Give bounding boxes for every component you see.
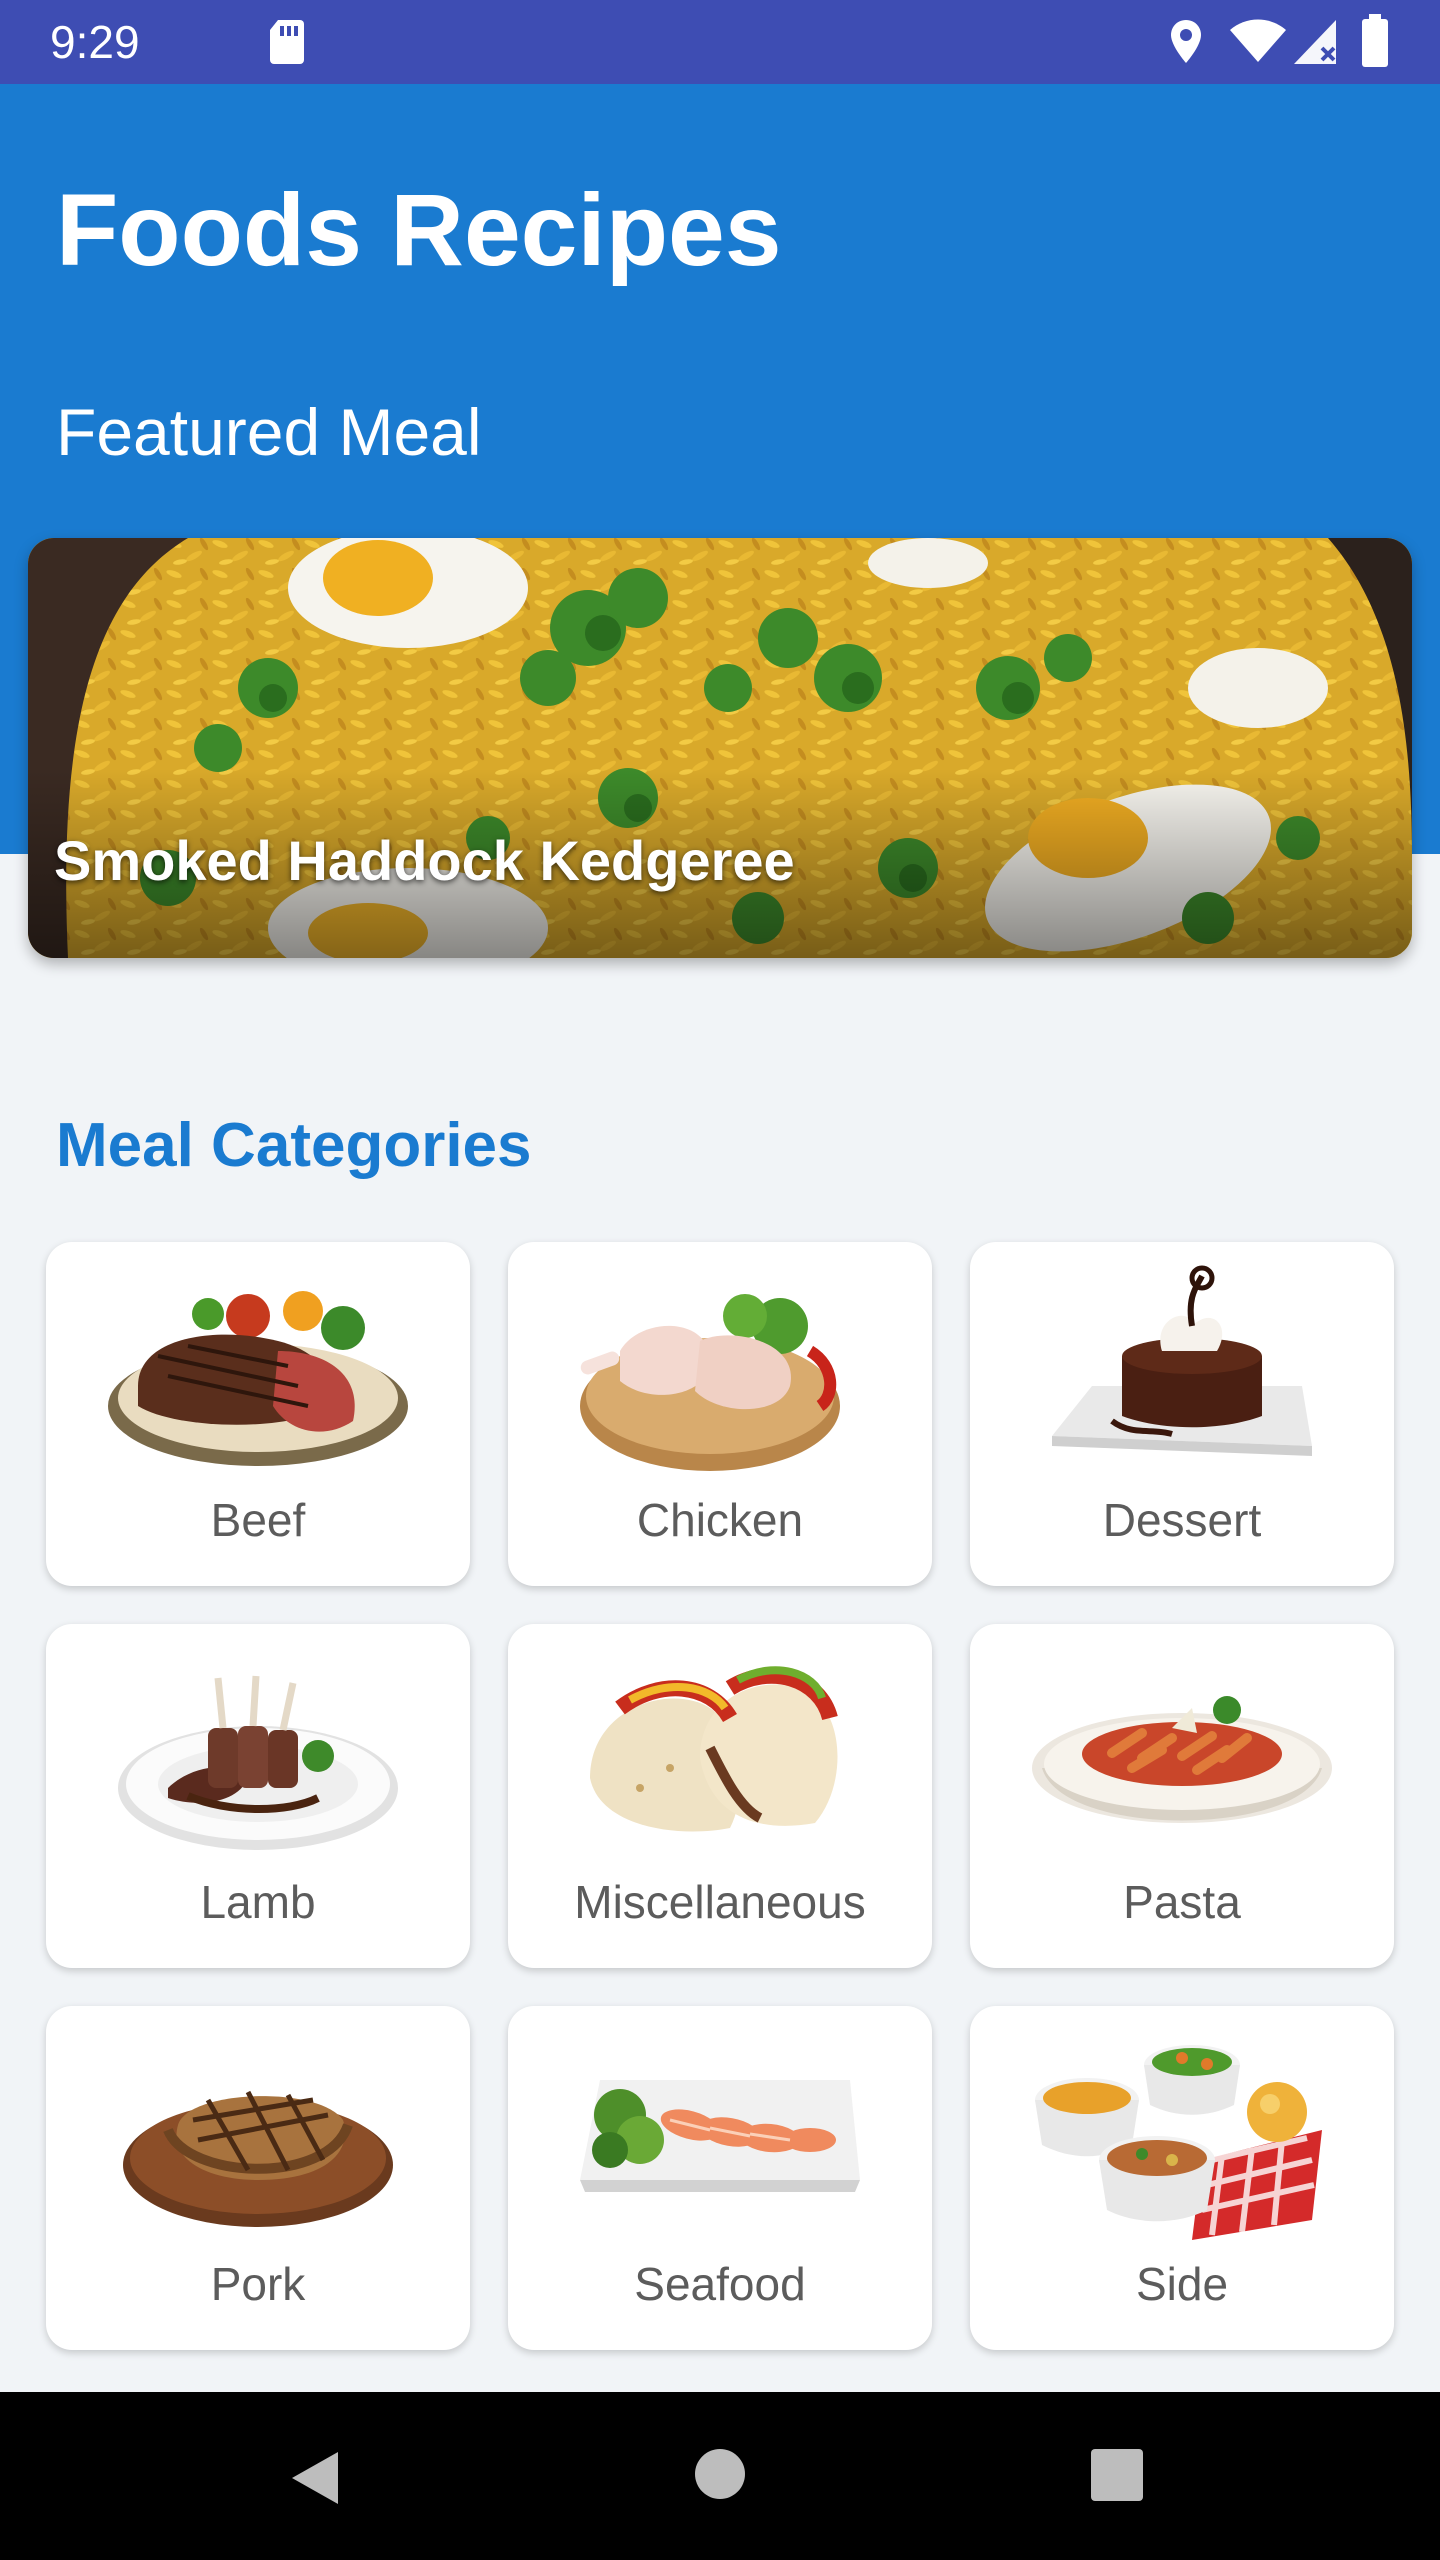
category-label: Beef <box>210 1494 306 1546</box>
sd-card-icon <box>270 20 304 64</box>
beef-image <box>108 1291 408 1466</box>
meal-categories-heading: Meal Categories <box>56 1111 532 1180</box>
category-card-dessert[interactable]: Dessert <box>970 1242 1394 1586</box>
back-icon[interactable] <box>288 2448 342 2508</box>
category-label: Pasta <box>1123 1876 1241 1928</box>
category-card-pork[interactable]: Pork <box>46 2006 470 2350</box>
category-card-lamb[interactable]: Lamb <box>46 1624 470 1968</box>
featured-meal-name[interactable]: Smoked Haddock Kedgeree <box>54 826 795 896</box>
status-time: 9:29 <box>50 16 140 68</box>
category-label: Lamb <box>200 1876 316 1928</box>
pork-image <box>123 2090 393 2227</box>
recents-icon[interactable] <box>1090 2448 1144 2502</box>
category-label: Pork <box>210 2258 306 2310</box>
dessert-image <box>1052 1265 1312 1456</box>
chicken-image <box>580 1294 840 1471</box>
side-dishes-image <box>1035 2045 1322 2240</box>
signal-icon <box>1294 20 1336 64</box>
category-card-miscellaneous[interactable]: Miscellaneous <box>508 1624 932 1968</box>
lamb-image <box>118 1675 398 1850</box>
featured-meal-heading: Featured Meal <box>56 395 482 469</box>
seafood-image <box>580 2080 860 2192</box>
status-bar: 9:29 <box>0 0 1440 84</box>
app-screen: 9:29 Foods Recipes Featured Meal Smoked … <box>0 0 1440 2560</box>
app-title: Foods Recipes <box>56 173 782 287</box>
category-label: Seafood <box>634 2258 806 2310</box>
category-card-seafood[interactable]: Seafood <box>508 2006 932 2350</box>
category-card-pasta[interactable]: Pasta <box>970 1624 1394 1968</box>
battery-icon <box>1362 14 1388 67</box>
pasta-image <box>1032 1696 1332 1823</box>
location-icon <box>1171 20 1201 63</box>
category-label: Side <box>1135 2258 1229 2310</box>
category-label: Chicken <box>636 1494 804 1546</box>
tacos-image <box>590 1666 838 1832</box>
category-card-chicken[interactable]: Chicken <box>508 1242 932 1586</box>
wifi-icon <box>1230 19 1286 62</box>
category-card-side[interactable]: Side <box>970 2006 1394 2350</box>
category-card-beef[interactable]: Beef <box>46 1242 470 1586</box>
category-label: Dessert <box>1102 1494 1262 1546</box>
system-nav-bar <box>0 2392 1440 2560</box>
category-label: Miscellaneous <box>574 1876 866 1928</box>
home-icon[interactable] <box>694 2448 746 2500</box>
